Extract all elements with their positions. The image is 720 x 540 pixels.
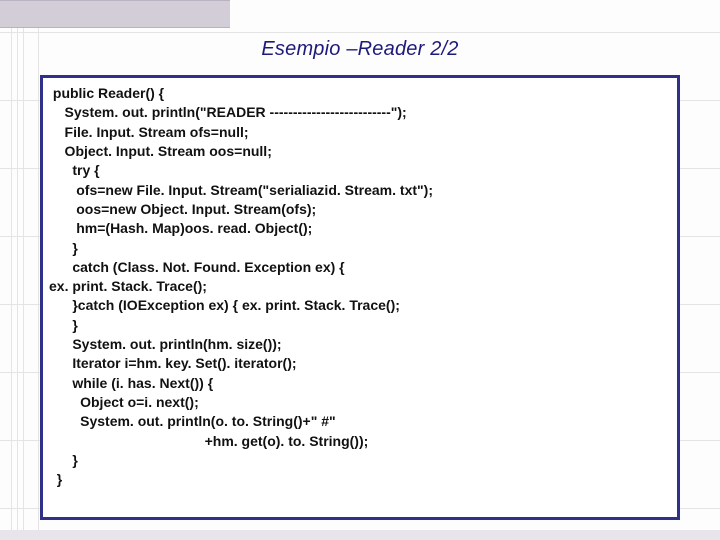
code-line: oos=new Object. Input. Stream(ofs); bbox=[49, 200, 669, 219]
code-line: +hm. get(o). to. String()); bbox=[49, 432, 669, 451]
slide-title: Esempio –Reader 2/2 bbox=[0, 38, 720, 61]
code-line: catch (Class. Not. Found. Exception ex) … bbox=[49, 258, 669, 277]
code-line: Object o=i. next(); bbox=[49, 393, 669, 412]
footer-band-decoration bbox=[0, 530, 720, 540]
code-line: hm=(Hash. Map)oos. read. Object(); bbox=[49, 219, 669, 238]
code-line: ofs=new File. Input. Stream("serialiazid… bbox=[49, 181, 669, 200]
code-line: ex. print. Stack. Trace(); bbox=[49, 277, 669, 296]
code-line: Object. Input. Stream oos=null; bbox=[49, 142, 669, 161]
code-line: public Reader() { bbox=[49, 84, 669, 103]
code-line: } bbox=[49, 470, 669, 489]
code-line: } bbox=[49, 451, 669, 470]
code-line: System. out. println("READER -----------… bbox=[49, 103, 669, 122]
code-line: System. out. println(hm. size()); bbox=[49, 335, 669, 354]
code-box: public Reader() { System. out. println("… bbox=[40, 75, 680, 520]
code-line: try { bbox=[49, 161, 669, 180]
code-line: } bbox=[49, 316, 669, 335]
code-line: File. Input. Stream ofs=null; bbox=[49, 123, 669, 142]
code-line: while (i. has. Next()) { bbox=[49, 374, 669, 393]
code-line: }catch (IOException ex) { ex. print. Sta… bbox=[49, 296, 669, 315]
code-line: } bbox=[49, 239, 669, 258]
header-band-decoration bbox=[0, 0, 230, 28]
code-line: Iterator i=hm. key. Set(). iterator(); bbox=[49, 354, 669, 373]
code-line: System. out. println(o. to. String()+" #… bbox=[49, 412, 669, 431]
